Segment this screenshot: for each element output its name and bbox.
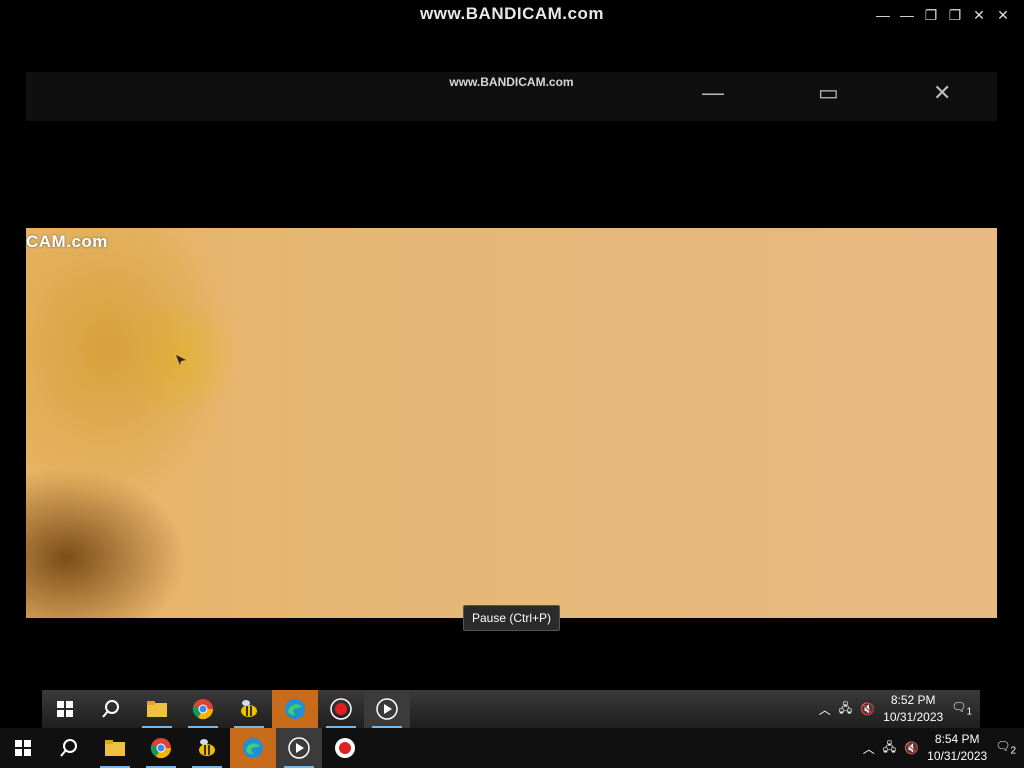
notification-icon[interactable]: 🗨1 [951,700,972,717]
taskbar-edge[interactable] [230,728,276,768]
taskbar-chrome[interactable] [180,690,226,728]
search-icon [102,700,119,718]
minimize-icon[interactable]: — [702,80,724,106]
clock-time: 8:54 PM [934,732,980,746]
search-icon [60,739,77,757]
notification-icon[interactable]: 🗨2 [995,739,1016,756]
windows-icon [15,740,31,756]
clock[interactable]: 8:54 PM 10/31/2023 [927,731,987,765]
minimize-icon[interactable]: — [900,6,914,24]
play-icon [288,737,310,759]
search-button[interactable] [46,728,92,768]
file-explorer-icon [147,701,167,717]
notification-count: 1 [966,706,972,718]
close-icon[interactable]: ✕ [972,6,986,24]
volume-muted-icon[interactable]: 🔇 [904,741,919,755]
taskbar-player[interactable] [276,728,322,768]
close-icon[interactable]: ✕ [933,80,951,106]
outer-window-controls: — — ❐ ❐ ✕ ✕ [876,6,1010,24]
bee-app-icon [199,739,215,756]
windows-icon [57,701,73,717]
clock-time: 8:52 PM [890,693,936,707]
chrome-icon [192,699,214,720]
restore-icon[interactable]: ❐ [948,6,962,24]
network-icon[interactable]: 🖧 [883,738,896,759]
system-tray: ︿ 🖧 🔇 8:54 PM 10/31/2023 🗨2 [863,731,1024,765]
taskbar-bee-app[interactable] [184,728,230,768]
system-tray: ︿ 🖧 🔇 8:52 PM 10/31/2023 🗨1 [819,692,980,726]
edge-icon [243,738,263,758]
record-icon [330,698,352,720]
file-explorer-icon [105,740,125,756]
bandicam-watermark: www.BANDICAM.com [420,4,604,23]
edge-icon [285,699,305,719]
chrome-icon [150,738,172,759]
clock-date: 10/31/2023 [927,749,988,763]
outer-taskbar: ︿ 🖧 🔇 8:54 PM 10/31/2023 🗨2 [0,728,1024,768]
restore-icon[interactable]: ❐ [924,6,938,24]
inner-window-titlebar: www.BANDICAM.com — ▭ ✕ [26,72,997,121]
minimize-icon[interactable]: — [876,6,890,24]
taskbar-player[interactable] [364,690,410,728]
inner-taskbar: ︿ 🖧 🔇 8:52 PM 10/31/2023 🗨1 [42,690,980,728]
network-icon[interactable]: 🖧 [839,699,852,720]
clock[interactable]: 8:52 PM 10/31/2023 [883,692,943,726]
taskbar-bee-app[interactable] [226,690,272,728]
pause-tooltip: Pause (Ctrl+P) [463,605,561,631]
taskbar-file-explorer[interactable] [92,728,138,768]
video-watermark: CAM.com [26,232,108,251]
video-player-area[interactable]: CAM.com [26,228,997,618]
start-button[interactable] [42,690,88,728]
taskbar-record[interactable] [318,690,364,728]
bee-app-icon [241,700,257,717]
play-icon [376,698,398,720]
inner-bandicam-watermark: www.BANDICAM.com [449,75,574,89]
record-icon [335,738,355,758]
volume-muted-icon[interactable]: 🔇 [860,702,875,716]
mouse-cursor-icon [176,355,186,365]
taskbar-chrome[interactable] [138,728,184,768]
taskbar-file-explorer[interactable] [134,690,180,728]
taskbar-record[interactable] [322,728,368,768]
chevron-up-icon[interactable]: ︿ [819,701,831,718]
search-button[interactable] [88,690,134,728]
clock-date: 10/31/2023 [883,710,944,724]
close-icon[interactable]: ✕ [996,6,1010,24]
maximize-icon[interactable]: ▭ [818,80,839,106]
chevron-up-icon[interactable]: ︿ [863,740,875,757]
notification-count: 2 [1010,745,1016,757]
start-button[interactable] [0,728,46,768]
taskbar-edge[interactable] [272,690,318,728]
